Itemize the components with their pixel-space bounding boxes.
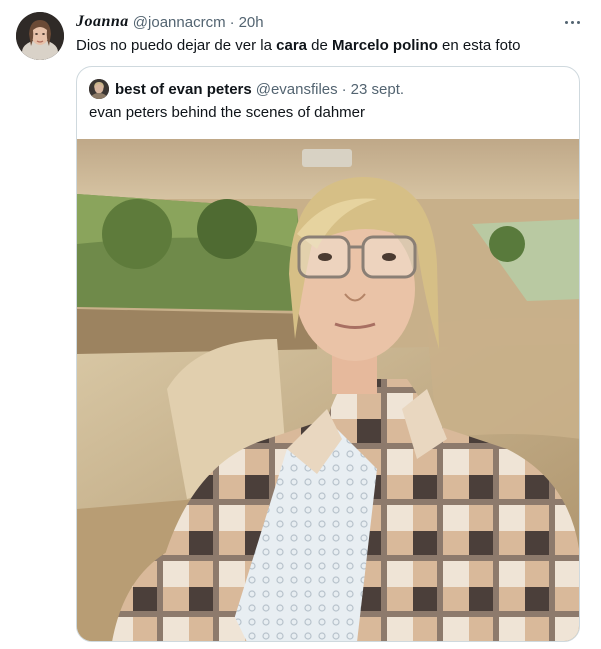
tweet[interactable]: Joanna @joannacrcm · 20h Dios no puedo d… — [0, 0, 601, 649]
quoted-tweet-text: evan peters behind the scenes of dahmer — [89, 104, 366, 121]
separator-dot: · — [229, 13, 235, 31]
tweet-text-part: de — [307, 37, 333, 54]
more-horizontal-icon[interactable] — [560, 12, 584, 32]
tweet-text-part: Dios no puedo dejar de ver la — [76, 37, 277, 54]
author-avatar[interactable] — [16, 12, 64, 60]
quoted-avatar-image — [89, 79, 109, 99]
tweet-header: Joanna @joannacrcm · 20h — [76, 12, 264, 32]
tweet-timestamp[interactable]: 20h — [239, 14, 264, 31]
avatar-image — [16, 12, 64, 60]
author-name[interactable]: Joanna — [76, 13, 129, 31]
quoted-tweet[interactable]: best of evan peters @evansfiles · 23 sep… — [76, 66, 580, 642]
tweet-text-bold: cara — [276, 37, 308, 54]
quoted-author-avatar — [89, 79, 109, 99]
tweet-text-part: en esta foto — [437, 37, 521, 54]
author-handle[interactable]: @joannacrcm — [133, 14, 226, 31]
quoted-author-handle: @evansfiles — [255, 80, 338, 98]
separator-dot: · — [341, 80, 347, 98]
photo-image — [77, 139, 579, 641]
quoted-author-name: best of evan peters — [115, 80, 252, 98]
tweet-text-bold: Marcelo polino — [332, 37, 438, 54]
quoted-tweet-photo[interactable] — [77, 139, 579, 641]
quoted-tweet-header: best of evan peters @evansfiles · 23 sep… — [89, 79, 404, 99]
quoted-tweet-timestamp: 23 sept. — [350, 80, 405, 98]
tweet-text: Dios no puedo dejar de ver la cara de Ma… — [76, 36, 520, 56]
